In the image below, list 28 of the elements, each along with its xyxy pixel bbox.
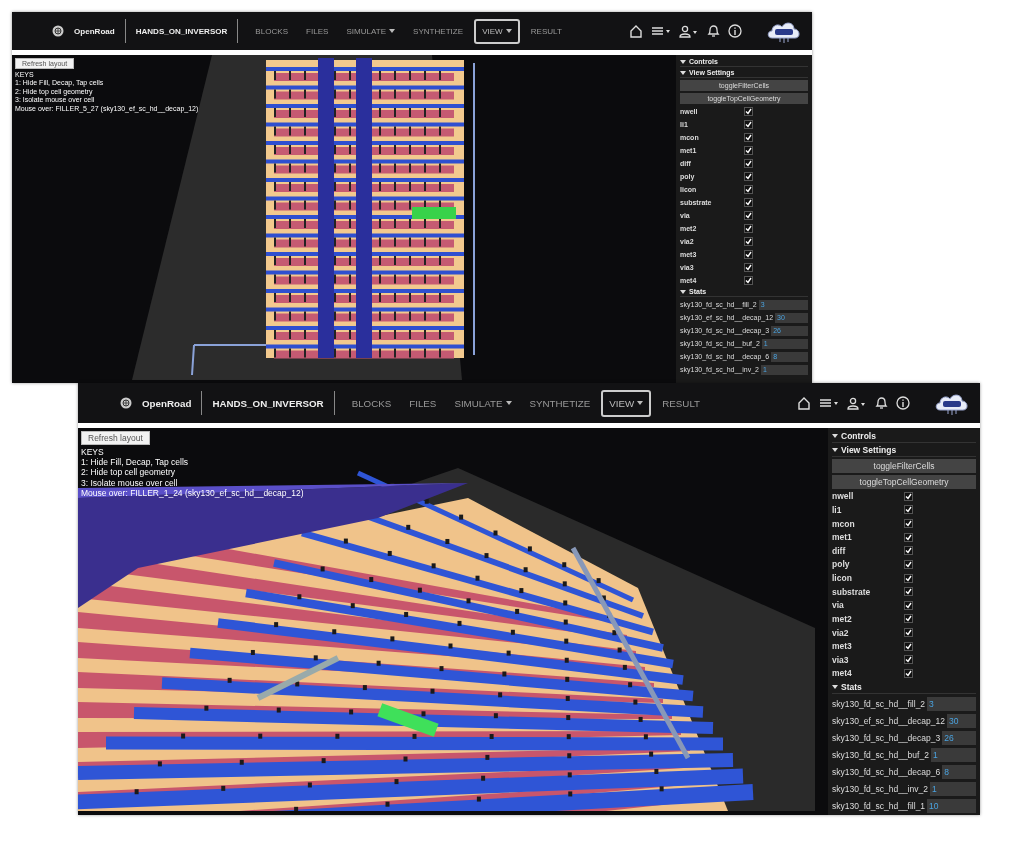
layer-label: via xyxy=(832,600,845,611)
key-hint: 2: Hide top cell geometry xyxy=(81,467,176,478)
layer-label: li1 xyxy=(832,504,843,515)
layer-label: met2 xyxy=(832,613,853,624)
layer-label: licon xyxy=(832,573,853,584)
stat-label: sky130_ef_sc_hd__decap_12 xyxy=(832,715,945,726)
layer-label: substrate xyxy=(832,586,872,597)
stat-label: sky130_fd_sc_hd__fill_2 xyxy=(832,698,926,709)
key-hint: 3: Isolate mouse over cell xyxy=(81,477,178,488)
layer-label: diff xyxy=(832,545,847,556)
stat-label: sky130_fd_sc_hd__fill_1 xyxy=(832,800,926,811)
stat-label: sky130_fd_sc_hd__decap_3 xyxy=(832,732,941,743)
layer-label: via3 xyxy=(832,654,850,665)
stat-label: sky130_fd_sc_hd__buf_2 xyxy=(832,749,929,760)
key-hint: 1: Hide Fill, Decap, Tap cells xyxy=(81,457,189,468)
stat-label: sky130_fd_sc_hd__decap_6 xyxy=(832,766,941,777)
layer-label: mcon xyxy=(832,518,856,529)
layer-label: poly xyxy=(832,559,851,570)
layer-label: met1 xyxy=(832,532,853,543)
key-hint: KEYS xyxy=(81,447,104,458)
layer-label: met3 xyxy=(832,641,853,652)
layer-label: met4 xyxy=(832,668,853,679)
key-hint: Mouse over: FILLER_1_24 (sky130_ef_sc_hd__decap_12) xyxy=(81,487,304,498)
project-name: HANDS_ON_INVERSOR xyxy=(212,397,324,409)
project-name: HANDS_ON_INVERSOR xyxy=(135,26,228,36)
stat-label: sky130_fd_sc_hd__inv_2 xyxy=(832,783,928,794)
layer-label: via2 xyxy=(832,627,850,638)
layer-label: nwell xyxy=(832,491,855,502)
